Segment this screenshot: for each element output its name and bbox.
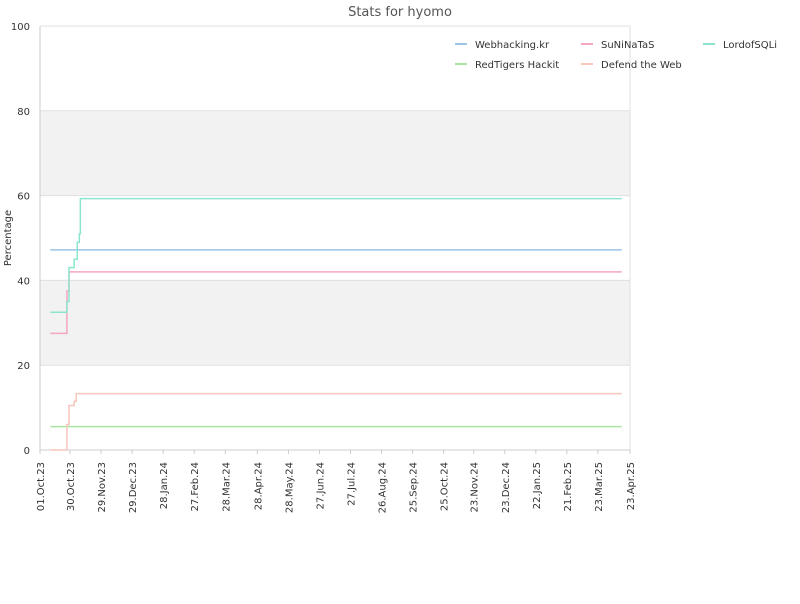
x-tick-label: 27.Feb.24: [190, 462, 201, 512]
y-axis-label: Percentage: [3, 210, 14, 266]
x-tick-label: 30.Oct.23: [66, 462, 77, 511]
y-tick-label: 0: [24, 446, 30, 457]
x-tick-label: 25.Oct.24: [440, 462, 451, 511]
x-tick-label: 26.Aug.24: [378, 462, 389, 513]
x-tick-label: 23.Mar.25: [594, 462, 605, 512]
y-tick-label: 80: [17, 107, 30, 118]
chart-title: Stats for hyomo: [348, 5, 452, 20]
chart-container: Stats for hyomo Percentage 0 20 40 60 80 100 …: [0, 0, 800, 600]
x-tick-label: 21.Feb.25: [563, 462, 574, 512]
y-tick-label: 60: [17, 192, 30, 203]
x-tick-label: 28.Jan.24: [159, 462, 170, 509]
x-tick-label: 25.Sep.24: [409, 462, 420, 513]
x-tick-label: 28.Mar.24: [221, 462, 232, 512]
x-tick-label: 23.Dec.24: [501, 462, 512, 513]
x-tick-label: 28.May.24: [284, 462, 295, 513]
legend-label: Webhacking.kr: [475, 40, 550, 51]
y-tick-label: 100: [11, 22, 30, 33]
legend-label: RedTigers Hackit: [475, 60, 559, 71]
x-tick-label: 23.Apr.25: [626, 462, 637, 510]
y-tick-label: 40: [17, 276, 30, 287]
x-tick-label: 27.Jun.24: [315, 462, 326, 509]
y-tick-label: 20: [17, 361, 30, 372]
x-tick-label: 28.Apr.24: [253, 462, 264, 510]
legend-label: LordofSQLi: [723, 40, 777, 51]
x-tick-label: 01.Oct.23: [36, 462, 47, 511]
x-tick-label: 23.Nov.24: [470, 462, 481, 513]
grid-band: [40, 110, 630, 196]
x-tick-label: 22.Jan.25: [532, 462, 543, 509]
legend-label: Defend the Web: [601, 60, 682, 71]
x-tick-label: 27.Jul.24: [347, 462, 358, 506]
series-line: [50, 392, 622, 451]
line-chart: Stats for hyomo Percentage 020406080100 …: [3, 5, 777, 513]
x-tick-label: 29.Dec.23: [128, 462, 139, 513]
legend-label: SuNiNaTaS: [601, 40, 654, 51]
x-tick-label: 29.Nov.23: [97, 462, 108, 513]
grid-band: [40, 280, 630, 366]
